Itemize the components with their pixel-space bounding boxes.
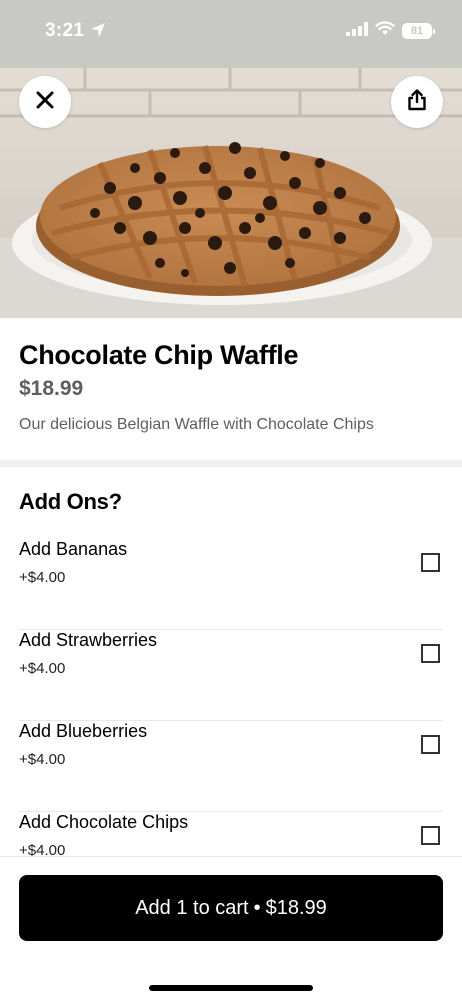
cart-separator: •	[253, 896, 261, 919]
battery-level: 81	[410, 24, 424, 37]
battery-icon: 81	[402, 23, 435, 39]
addon-item-bananas[interactable]: Add Bananas +$4.00	[19, 539, 443, 630]
close-button[interactable]	[19, 76, 71, 128]
addons-list: Add Bananas +$4.00 Add Strawberries +$4.…	[0, 530, 462, 856]
add-to-cart-button[interactable]: Add 1 to cart • $18.99	[19, 875, 443, 941]
addon-name: Add Bananas	[19, 539, 128, 559]
item-price: $18.99	[19, 377, 84, 400]
addon-item-strawberries[interactable]: Add Strawberries +$4.00	[19, 630, 443, 721]
cart-total: $18.99	[265, 896, 327, 919]
addon-price: +$4.00	[19, 569, 66, 586]
addon-checkbox[interactable]	[421, 553, 440, 572]
cart-label: Add 1 to cart	[135, 896, 249, 919]
wifi-icon	[375, 21, 395, 41]
addon-name: Add Blueberries	[19, 721, 148, 741]
section-divider	[0, 460, 462, 467]
close-icon	[35, 90, 55, 115]
addons-title: Add Ons?	[19, 489, 122, 514]
addon-price: +$4.00	[19, 842, 66, 856]
addon-price: +$4.00	[19, 751, 66, 768]
addon-item-blueberries[interactable]: Add Blueberries +$4.00	[19, 721, 443, 812]
signal-icon	[346, 21, 368, 41]
item-description: Our delicious Belgian Waffle with Chocol…	[19, 416, 374, 433]
addon-price: +$4.00	[19, 660, 66, 677]
addon-checkbox[interactable]	[421, 735, 440, 754]
home-indicator[interactable]	[149, 985, 313, 991]
share-button[interactable]	[391, 76, 443, 128]
status-indicators: 81	[346, 21, 435, 41]
status-time: 3:21	[45, 20, 85, 41]
addon-checkbox[interactable]	[421, 644, 440, 663]
location-arrow-icon	[90, 22, 106, 43]
status-bar: 3:21 81	[0, 0, 462, 68]
addon-item-chocolate-chips[interactable]: Add Chocolate Chips +$4.00	[19, 812, 443, 856]
addon-checkbox[interactable]	[421, 826, 440, 845]
bottom-bar: Add 1 to cart • $18.99	[0, 856, 462, 1000]
share-icon	[407, 88, 427, 116]
addon-name: Add Strawberries	[19, 630, 158, 650]
addon-name: Add Chocolate Chips	[19, 812, 189, 832]
item-title: Chocolate Chip Waffle	[19, 340, 299, 370]
